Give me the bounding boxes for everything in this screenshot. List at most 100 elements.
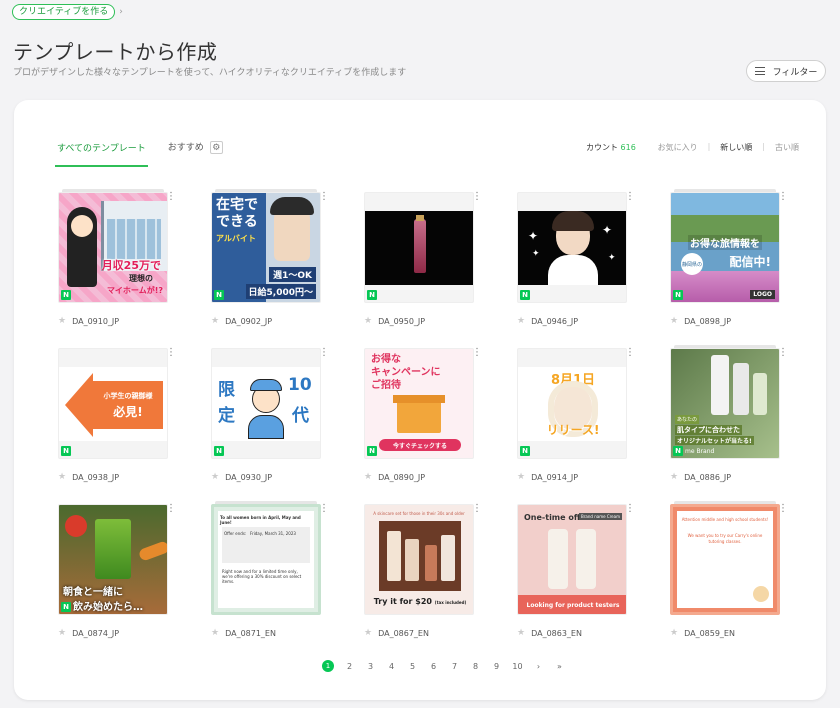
template-thumbnail[interactable]: One-time offer Brand name Cream Looking … (517, 504, 627, 615)
card-text: リリース! (546, 423, 600, 437)
cream-tube-illustration (576, 529, 596, 589)
page-8[interactable]: 8 (470, 662, 481, 671)
template-thumbnail[interactable]: 在宅で できる アルバイト 週1〜OK 日給5,000円〜 N (211, 192, 321, 303)
template-thumbnail[interactable]: お得な キャンペーンに ご招待 今すぐチェックする N (364, 348, 474, 459)
tab-recommended[interactable]: おすすめ ⚙ (168, 140, 223, 167)
more-options-icon[interactable]: ⋮ (319, 348, 329, 358)
page-9[interactable]: 9 (491, 662, 502, 671)
star-icon[interactable]: ★ (670, 472, 678, 482)
template-thumbnail[interactable]: 小学生の親御様 必見! N (58, 348, 168, 459)
more-options-icon[interactable]: ⋮ (778, 192, 788, 202)
sort-newest[interactable]: 新しい順 (720, 142, 752, 153)
star-icon[interactable]: ★ (58, 628, 66, 638)
star-icon[interactable]: ★ (58, 316, 66, 326)
star-icon[interactable]: ★ (517, 628, 525, 638)
star-icon[interactable]: ★ (211, 316, 219, 326)
more-options-icon[interactable]: ⋮ (625, 192, 635, 202)
more-options-icon[interactable]: ⋮ (166, 504, 176, 514)
star-icon[interactable]: ★ (364, 316, 372, 326)
template-thumbnail[interactable]: あなたの 肌タイプに合わせた オリジナルセットが当たる! me Brand N (670, 348, 780, 459)
star-icon[interactable]: ★ (517, 316, 525, 326)
card-meta: ★ DA_0890_JP (364, 472, 425, 482)
template-thumbnail[interactable]: A skincare set for those in their 30s an… (364, 504, 474, 615)
card-meta: ★ DA_0867_EN (364, 628, 429, 638)
card-name: DA_0938_JP (72, 472, 120, 482)
page-4[interactable]: 4 (386, 662, 397, 671)
more-options-icon[interactable]: ⋮ (625, 504, 635, 514)
gear-icon[interactable]: ⚙ (209, 141, 223, 154)
template-card[interactable]: One-time offer Brand name Cream Looking … (517, 504, 635, 638)
card-headline: 朝食と一緒に (63, 587, 123, 598)
template-card[interactable]: To all women born in April, May and June… (211, 501, 329, 638)
template-card[interactable]: お得な旅情報を 配信中! 静岡県の LOGO N ⋮ ★ DA_0898_JP (670, 189, 788, 326)
page-6[interactable]: 6 (428, 662, 439, 671)
template-card[interactable]: N ⋮ ★ DA_0950_JP (364, 192, 482, 326)
star-icon[interactable]: ★ (670, 316, 678, 326)
cta-button: 今すぐチェックする (379, 439, 461, 451)
card-name: DA_0859_EN (684, 628, 735, 638)
pagination: 1 2 3 4 5 6 7 8 9 10 › » (322, 660, 565, 672)
template-thumbnail[interactable]: お得な旅情報を 配信中! 静岡県の LOGO N (670, 192, 780, 303)
count-value: 616 (620, 143, 636, 152)
more-options-icon[interactable]: ⋮ (778, 348, 788, 358)
more-options-icon[interactable]: ⋮ (778, 504, 788, 514)
template-thumbnail[interactable]: 朝食と一緒に 飲み始めたら… N (58, 504, 168, 615)
more-options-icon[interactable]: ⋮ (166, 348, 176, 358)
template-card[interactable]: お得な キャンペーンに ご招待 今すぐチェックする N ⋮ ★ DA_0890_J… (364, 348, 482, 482)
star-icon[interactable]: ★ (211, 472, 219, 482)
sort-favorites[interactable]: お気に入り (658, 142, 698, 153)
template-card[interactable]: 限 定 10 代 N ⋮ ★ DA_0930_JP (211, 348, 329, 482)
region-badge: 静岡県の (681, 253, 703, 275)
last-page-icon[interactable]: » (554, 662, 565, 671)
template-card[interactable]: 月収25万で 理想の マイホームが!? N ⋮ ★ DA_0910_JP (58, 189, 176, 326)
template-card[interactable]: 在宅で できる アルバイト 週1〜OK 日給5,000円〜 N ⋮ ★ DA_09… (211, 189, 329, 326)
more-options-icon[interactable]: ⋮ (166, 192, 176, 202)
page-subtitle: プロがデザインした様々なテンプレートを使って、ハイクオリティなクリエイティブを作… (13, 68, 407, 78)
template-thumbnail[interactable]: To all women born in April, May and June… (211, 504, 321, 615)
template-card[interactable]: Attention middle and high school student… (670, 501, 788, 638)
star-icon[interactable]: ★ (364, 628, 372, 638)
template-thumbnail[interactable]: ✦ ✦ ✦ ✦ N (517, 192, 627, 303)
page-2[interactable]: 2 (344, 662, 355, 671)
template-thumbnail[interactable]: 月収25万で 理想の マイホームが!? N (58, 192, 168, 303)
page-5[interactable]: 5 (407, 662, 418, 671)
more-options-icon[interactable]: ⋮ (472, 504, 482, 514)
star-icon[interactable]: ★ (364, 472, 372, 482)
tab-all-templates[interactable]: すべてのテンプレート (55, 141, 148, 167)
card-text: 必見! (113, 405, 143, 419)
template-card[interactable]: 小学生の親御様 必見! N ⋮ ★ DA_0938_JP (58, 348, 176, 482)
template-card[interactable]: A skincare set for those in their 30s an… (364, 504, 482, 638)
card-name: DA_0867_EN (378, 628, 429, 638)
sort-oldest[interactable]: 古い順 (775, 142, 799, 153)
template-card[interactable]: 朝食と一緒に 飲み始めたら… N ⋮ ★ DA_0874_JP (58, 504, 176, 638)
star-icon[interactable]: ★ (58, 472, 66, 482)
filter-button[interactable]: フィルター (746, 60, 826, 82)
n-badge-icon: N (673, 290, 683, 300)
page-3[interactable]: 3 (365, 662, 376, 671)
more-options-icon[interactable]: ⋮ (472, 192, 482, 202)
more-options-icon[interactable]: ⋮ (319, 192, 329, 202)
card-meta: ★ DA_0930_JP (211, 472, 272, 482)
template-card[interactable]: ✦ ✦ ✦ ✦ N ⋮ ★ DA_0946_JP (517, 192, 635, 326)
card-headline: お得な旅情報を (671, 235, 779, 250)
more-options-icon[interactable]: ⋮ (319, 504, 329, 514)
more-options-icon[interactable]: ⋮ (625, 348, 635, 358)
next-page-icon[interactable]: › (533, 662, 544, 671)
template-thumbnail[interactable]: 8月1日 リリース! N (517, 348, 627, 459)
window-illustration (107, 219, 161, 259)
template-card[interactable]: 8月1日 リリース! N ⋮ ★ DA_0914_JP (517, 348, 635, 482)
page-7[interactable]: 7 (449, 662, 460, 671)
star-icon[interactable]: ★ (211, 628, 219, 638)
page-10[interactable]: 10 (512, 662, 523, 671)
card-text: Right now and for a limited time only, w… (222, 569, 302, 584)
template-thumbnail[interactable]: N (364, 192, 474, 303)
template-thumbnail[interactable]: Attention middle and high school student… (670, 504, 780, 615)
star-icon[interactable]: ★ (670, 628, 678, 638)
template-card[interactable]: あなたの 肌タイプに合わせた オリジナルセットが当たる! me Brand N … (670, 345, 788, 482)
template-grid: 月収25万で 理想の マイホームが!? N ⋮ ★ DA_0910_JP 在宅で … (58, 189, 788, 638)
more-options-icon[interactable]: ⋮ (472, 348, 482, 358)
star-icon[interactable]: ★ (517, 472, 525, 482)
breadcrumb-create-creative-link[interactable]: クリエイティブを作る (12, 4, 116, 20)
template-thumbnail[interactable]: 限 定 10 代 N (211, 348, 321, 459)
page-1[interactable]: 1 (322, 660, 334, 672)
